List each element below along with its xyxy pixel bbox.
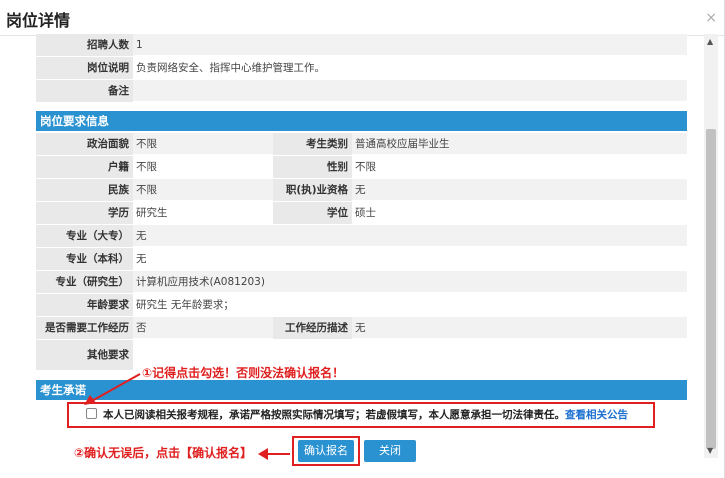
annotation-step1: ①记得点击勾选！否则没法确认报名！ xyxy=(142,366,345,380)
field-label: 户籍 xyxy=(36,156,133,178)
table-row: 专业（研究生） 计算机应用技术(A081203) xyxy=(36,271,687,293)
field-label: 专业（大专） xyxy=(36,225,133,247)
dialog-title: 岗位详情 xyxy=(6,11,71,30)
job-detail-dialog: 岗位详情 × 招聘人数 1 岗位说明 负责网络安全、指挥中心维护管理工作。 备注… xyxy=(0,0,725,478)
table-row: 年龄要求 研究生 无年龄要求； xyxy=(36,294,687,316)
field-value: 不限 xyxy=(136,161,157,173)
field-label: 学历 xyxy=(36,202,133,224)
table-row: 其他要求 xyxy=(36,340,687,370)
field-label: 学位 xyxy=(273,202,352,224)
field-value: 计算机应用技术(A081203) xyxy=(136,276,265,288)
field-value: 1 xyxy=(136,39,143,51)
close-button[interactable]: 关闭 xyxy=(364,440,416,462)
field-label: 专业（研究生） xyxy=(36,271,133,293)
field-label: 民族 xyxy=(36,179,133,201)
table-row: 民族 不限 职(执)业资格 无 xyxy=(36,179,687,201)
field-label: 岗位说明 xyxy=(36,57,133,79)
annotation-arrow-icon xyxy=(84,373,141,405)
table-row: 政治面貌 不限 考生类别 普通高校应届毕业生 xyxy=(36,133,687,155)
field-value: 不限 xyxy=(136,138,157,150)
field-value: 无 xyxy=(136,253,147,265)
table-row: 学历 研究生 学位 硕士 xyxy=(36,202,687,224)
field-value: 无 xyxy=(136,230,147,242)
table-row: 专业（大专） 无 xyxy=(36,225,687,247)
table-row: 招聘人数 1 xyxy=(36,34,687,56)
field-label: 工作经历描述 xyxy=(273,317,352,339)
field-value: 负责网络安全、指挥中心维护管理工作。 xyxy=(136,62,325,74)
field-value: 无 xyxy=(355,184,366,196)
scroll-up-icon[interactable]: ▲ xyxy=(707,37,713,46)
promise-statement: 本人已阅读相关报考规程，承诺严格按照实际情况填写；若虚假填写，本人愿意承担一切法… xyxy=(103,407,628,422)
annotation-arrow-icon xyxy=(258,448,290,460)
field-label: 其他要求 xyxy=(36,340,133,370)
requirements-section-header: 岗位要求信息 xyxy=(36,111,687,131)
scroll-down-icon[interactable]: ▼ xyxy=(707,446,713,455)
field-value xyxy=(133,340,687,362)
table-row: 户籍 不限 性别 不限 xyxy=(36,156,687,178)
field-value: 研究生 xyxy=(136,207,168,219)
scroll-thumb[interactable] xyxy=(706,129,716,449)
field-label: 专业（本科） xyxy=(36,248,133,270)
field-label: 政治面貌 xyxy=(36,133,133,155)
table-row: 专业（本科） 无 xyxy=(36,248,687,270)
field-label: 是否需要工作经历 xyxy=(36,317,133,339)
promise-text: 本人已阅读相关报考规程，承诺严格按照实际情况填写；若虚假填写，本人愿意承担一切法… xyxy=(103,409,565,421)
table-row: 是否需要工作经历 否 工作经历描述 无 xyxy=(36,317,687,339)
table-row: 备注 xyxy=(36,80,687,102)
field-value: 研究生 无年龄要求； xyxy=(136,299,234,311)
field-value: 硕士 xyxy=(355,207,376,219)
promise-checkbox[interactable] xyxy=(86,408,97,419)
field-value: 无 xyxy=(355,322,366,334)
field-label: 职(执)业资格 xyxy=(273,179,352,201)
dialog-title-bar: 岗位详情 × xyxy=(0,0,725,36)
field-label: 性别 xyxy=(273,156,352,178)
confirm-signup-button[interactable]: 确认报名 xyxy=(298,440,354,462)
field-label: 备注 xyxy=(36,80,133,102)
field-value: 普通高校应届毕业生 xyxy=(355,138,450,150)
field-value: 不限 xyxy=(136,184,157,196)
view-notice-link[interactable]: 查看相关公告 xyxy=(565,409,628,421)
field-value: 不限 xyxy=(355,161,376,173)
field-label: 招聘人数 xyxy=(36,34,133,56)
field-label: 年龄要求 xyxy=(36,294,133,316)
scrollbar[interactable]: ▲ ▼ xyxy=(704,34,718,458)
field-label: 考生类别 xyxy=(273,133,352,155)
table-row: 岗位说明 负责网络安全、指挥中心维护管理工作。 xyxy=(36,57,687,79)
annotation-step2: ②确认无误后，点击【确认报名】 xyxy=(74,446,253,460)
field-value xyxy=(133,80,687,102)
close-icon[interactable]: × xyxy=(705,10,717,26)
field-value: 否 xyxy=(136,322,147,334)
